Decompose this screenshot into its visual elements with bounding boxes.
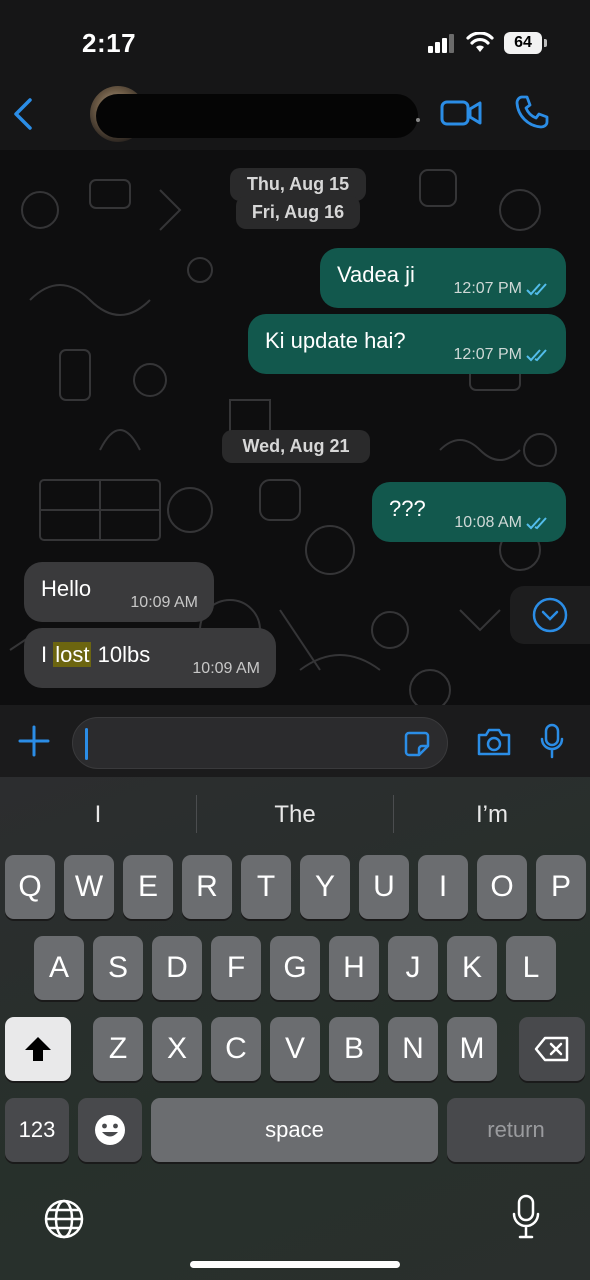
- backspace-key[interactable]: [519, 1017, 585, 1081]
- key-e[interactable]: E: [123, 855, 173, 919]
- date-chip: Fri, Aug 16: [236, 196, 360, 229]
- key-n[interactable]: N: [388, 1017, 438, 1081]
- home-indicator[interactable]: [190, 1261, 400, 1268]
- key-y[interactable]: Y: [300, 855, 350, 919]
- microphone-icon[interactable]: [540, 723, 564, 759]
- message-time: 10:09 AM: [192, 660, 260, 677]
- globe-icon[interactable]: [42, 1197, 86, 1241]
- key-z[interactable]: Z: [93, 1017, 143, 1081]
- key-t[interactable]: T: [241, 855, 291, 919]
- key-u[interactable]: U: [359, 855, 409, 919]
- video-call-icon[interactable]: [440, 98, 482, 128]
- key-l[interactable]: L: [506, 936, 556, 1000]
- keyboard: I The I’m Q W E R T Y U I O P A S D F G …: [0, 777, 590, 1280]
- key-a[interactable]: A: [34, 936, 84, 1000]
- text-caret: [85, 728, 88, 760]
- contact-name-redacted[interactable]: [96, 94, 418, 138]
- redaction-dot: [416, 118, 420, 122]
- outgoing-message[interactable]: Ki update hai? 12:07 PM: [248, 314, 566, 374]
- chat-area[interactable]: Thu, Aug 15 Fri, Aug 16 Vadea ji 12:07 P…: [0, 150, 590, 705]
- key-d[interactable]: D: [152, 936, 202, 1000]
- key-s[interactable]: S: [93, 936, 143, 1000]
- message-meta: 12:07 PM: [454, 346, 550, 364]
- camera-icon[interactable]: [476, 727, 512, 757]
- message-time: 10:08 AM: [454, 514, 522, 531]
- status-icons: 64: [428, 32, 547, 54]
- back-chevron-icon[interactable]: [8, 94, 38, 134]
- status-bar: 2:17 64: [0, 0, 590, 88]
- incoming-message[interactable]: I lost 10lbs 10:09 AM: [24, 628, 276, 688]
- status-time: 2:17: [82, 28, 137, 58]
- message-meta: 10:08 AM: [454, 514, 550, 532]
- numbers-key[interactable]: 123: [5, 1098, 69, 1162]
- space-key[interactable]: space: [151, 1098, 438, 1162]
- suggestion-2[interactable]: The: [197, 777, 393, 853]
- read-receipt-icon: [526, 349, 547, 362]
- key-o[interactable]: O: [477, 855, 527, 919]
- message-time: 12:07 PM: [453, 280, 522, 297]
- key-m[interactable]: M: [447, 1017, 497, 1081]
- shift-arrow-icon: [25, 1037, 51, 1061]
- phone-icon[interactable]: [514, 94, 550, 130]
- key-x[interactable]: X: [152, 1017, 202, 1081]
- message-time: 12:07 PM: [453, 346, 522, 363]
- signal-icon: [428, 34, 454, 53]
- scroll-to-bottom-button[interactable]: [510, 586, 590, 644]
- message-time: 10:09 AM: [130, 594, 198, 611]
- highlighted-word: lost: [53, 642, 92, 667]
- emoji-key[interactable]: [78, 1098, 142, 1162]
- message-input-bar: [0, 705, 590, 777]
- message-meta: 10:09 AM: [130, 594, 198, 612]
- message-text-after: 10lbs: [91, 642, 151, 667]
- key-v[interactable]: V: [270, 1017, 320, 1081]
- key-k[interactable]: K: [447, 936, 497, 1000]
- read-receipt-icon: [526, 517, 547, 530]
- message-text: I lost 10lbs: [41, 642, 150, 668]
- message-meta: 12:07 PM: [454, 280, 550, 298]
- key-p[interactable]: P: [536, 855, 586, 919]
- key-i[interactable]: I: [418, 855, 468, 919]
- key-q[interactable]: Q: [5, 855, 55, 919]
- outgoing-message[interactable]: ??? 10:08 AM: [372, 482, 566, 542]
- key-j[interactable]: J: [388, 936, 438, 1000]
- key-w[interactable]: W: [64, 855, 114, 919]
- message-text: Hello: [41, 576, 92, 601]
- battery-indicator: 64: [504, 32, 547, 54]
- backspace-icon: [534, 1036, 569, 1062]
- emoji-icon: [95, 1115, 125, 1145]
- wifi-icon: [466, 32, 494, 52]
- chevron-down-circle-icon: [532, 597, 568, 633]
- return-key[interactable]: return: [447, 1098, 585, 1162]
- shift-key[interactable]: [5, 1017, 71, 1081]
- outgoing-message[interactable]: Vadea ji 12:07 PM: [320, 248, 566, 308]
- dictation-mic-icon[interactable]: [512, 1193, 540, 1241]
- suggestion-1[interactable]: I: [0, 777, 196, 853]
- key-b[interactable]: B: [329, 1017, 379, 1081]
- key-r[interactable]: R: [182, 855, 232, 919]
- key-h[interactable]: H: [329, 936, 379, 1000]
- message-text-before: I: [41, 642, 54, 667]
- suggestion-3[interactable]: I’m: [394, 777, 590, 853]
- message-text: ???: [389, 496, 426, 521]
- message-meta: 10:09 AM: [192, 660, 260, 678]
- read-receipt-icon: [526, 283, 547, 296]
- message-input[interactable]: [72, 717, 448, 769]
- chat-header: [0, 86, 590, 150]
- plus-icon[interactable]: [18, 725, 50, 757]
- sticker-icon[interactable]: [403, 730, 431, 758]
- incoming-message[interactable]: Hello 10:09 AM: [24, 562, 214, 622]
- message-text: Vadea ji: [337, 262, 415, 287]
- message-text: Ki update hai?: [265, 328, 406, 353]
- date-chip: Wed, Aug 21: [222, 430, 370, 463]
- key-f[interactable]: F: [211, 936, 261, 1000]
- key-c[interactable]: C: [211, 1017, 261, 1081]
- key-g[interactable]: G: [270, 936, 320, 1000]
